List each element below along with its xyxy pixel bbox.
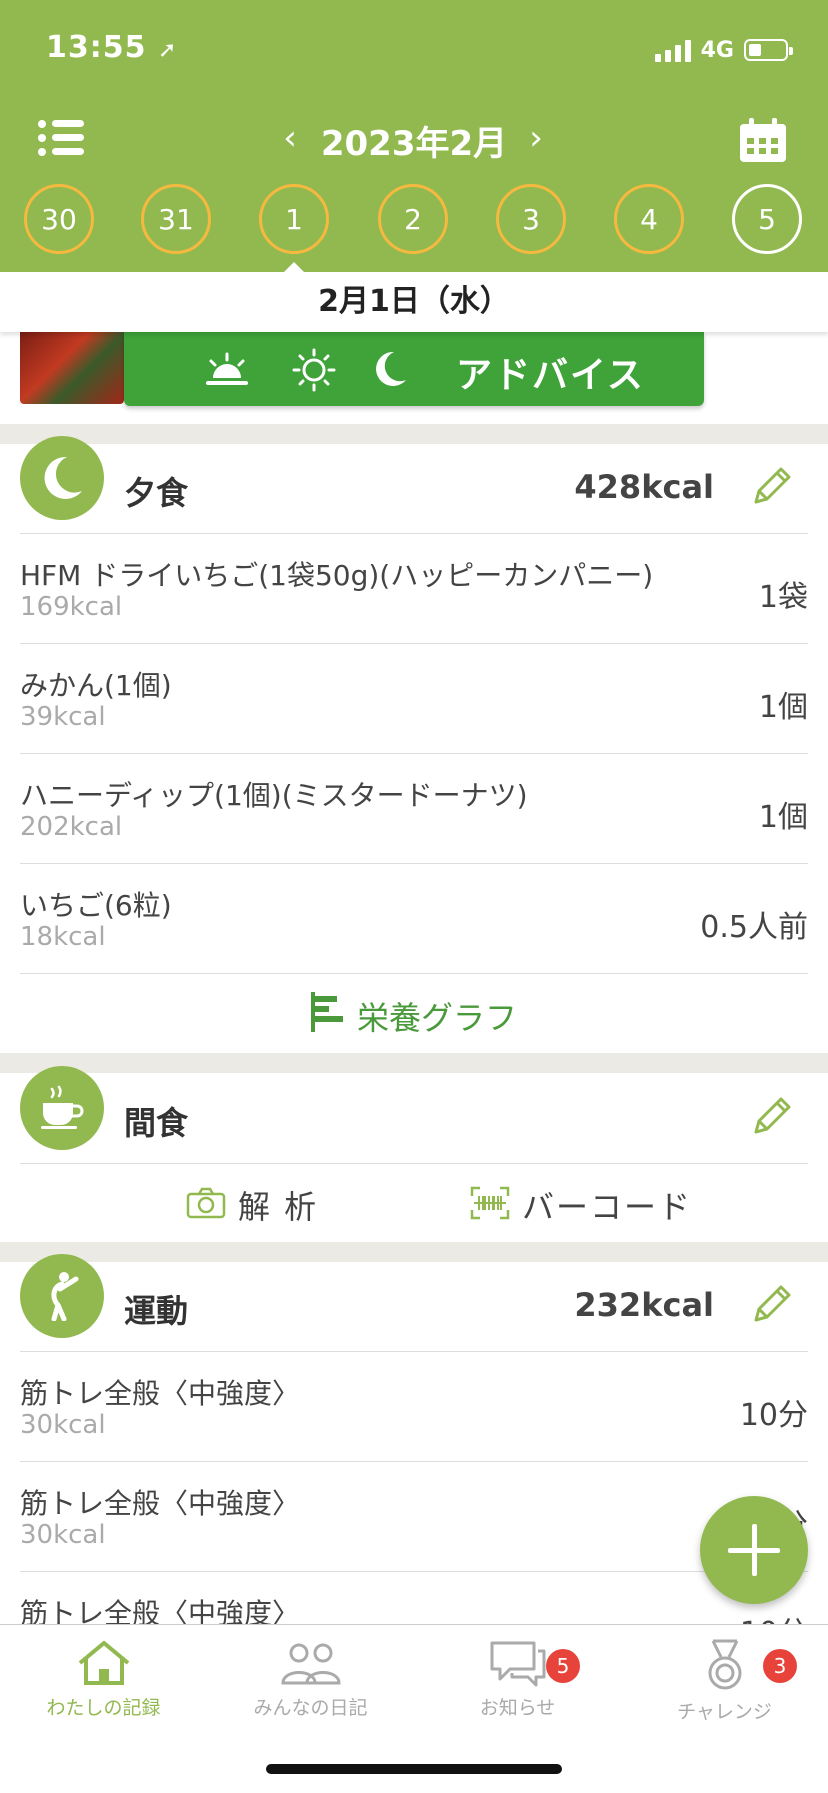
divider <box>20 753 808 754</box>
chevron-left-icon[interactable]: ‹ <box>270 118 310 158</box>
month-title: 2023年2月 <box>320 124 508 164</box>
exercise-person-icon <box>20 1254 104 1338</box>
edit-dinner-pencil-icon[interactable] <box>750 464 794 508</box>
food-item-name[interactable]: みかん(1個) <box>20 664 172 704</box>
food-item-name[interactable]: HFM ドライいちご(1袋50g)(ハッピーカンパニー) <box>20 554 653 594</box>
snack-cup-icon <box>20 1066 104 1150</box>
header: 13:55 ➚ 4G 2023年2月 ‹ › 30 31 1 2 3 4 5 <box>0 0 828 272</box>
barcode-scan-icon <box>470 1186 510 1224</box>
exercise-kcal: 232kcal <box>574 1286 714 1324</box>
medal-icon <box>708 1639 741 1690</box>
food-item-qty: 1袋 <box>758 580 808 615</box>
sun-icon <box>292 348 336 392</box>
add-record-fab-plus-icon[interactable] <box>700 1496 808 1604</box>
home-indicator <box>266 1764 562 1774</box>
tab-label: お知らせ <box>479 1697 556 1719</box>
barcode-label: バーコード <box>522 1188 693 1226</box>
home-icon <box>78 1641 129 1685</box>
location-arrow-icon: ➚ <box>157 38 178 63</box>
advice-label: アドバイス <box>456 355 645 396</box>
tab-label: チャレンジ <box>677 1701 772 1723</box>
divider <box>20 1461 808 1462</box>
food-item-kcal: 169kcal <box>20 592 123 622</box>
section-gap <box>0 1242 828 1262</box>
camera-icon <box>186 1187 226 1223</box>
divider <box>20 533 808 534</box>
chevron-right-icon[interactable]: › <box>516 118 556 158</box>
status-indicators: 4G <box>654 34 793 66</box>
exercise-item-name[interactable]: 筋トレ全般〈中強度〉 <box>20 1482 300 1522</box>
analyze-label: 解 析 <box>238 1188 319 1226</box>
food-item-kcal: 202kcal <box>20 812 123 842</box>
notifications-badge: 5 <box>546 1649 580 1683</box>
section-gap <box>0 424 828 444</box>
tab-my-records[interactable]: わたしの記録 <box>0 1639 207 1720</box>
exercise-item-name[interactable]: 筋トレ全般〈中強度〉 <box>20 1372 300 1412</box>
status-time: 13:55 ➚ <box>46 30 178 65</box>
advice-button[interactable]: アドバイス <box>124 332 704 406</box>
divider <box>20 643 808 644</box>
divider <box>20 1163 808 1164</box>
day-31[interactable]: 31 <box>141 184 211 254</box>
network-label: 4G <box>700 37 734 63</box>
moon-icon <box>376 351 406 386</box>
tab-notifications[interactable]: お知らせ 5 <box>414 1639 621 1720</box>
selected-day-pointer <box>284 262 304 272</box>
snack-title: 間食 <box>124 1104 189 1142</box>
divider <box>20 863 808 864</box>
nutrition-graph-link[interactable]: 栄養グラフ <box>0 992 828 1040</box>
tab-label: わたしの記録 <box>46 1697 161 1719</box>
bar-chart-icon <box>310 992 345 1040</box>
tab-challenge[interactable]: チャレンジ 3 <box>621 1639 828 1724</box>
food-item-qty: 1個 <box>758 690 808 725</box>
day-2[interactable]: 2 <box>378 184 448 254</box>
battery-icon <box>744 39 793 61</box>
day-4[interactable]: 4 <box>614 184 684 254</box>
day-5[interactable]: 5 <box>732 184 802 254</box>
barcode-button[interactable]: バーコード <box>470 1182 692 1228</box>
food-item-name[interactable]: いちご(6粒) <box>20 884 172 924</box>
selected-date-bar: 2月1日（水） <box>0 272 828 332</box>
tab-label: みんなの日記 <box>253 1697 368 1719</box>
people-icon <box>280 1643 341 1685</box>
divider <box>20 1571 808 1572</box>
challenge-badge: 3 <box>763 1649 797 1683</box>
section-gap <box>0 1053 828 1073</box>
dinner-moon-icon <box>20 436 104 520</box>
divider <box>20 973 808 974</box>
chat-bubbles-icon <box>490 1641 545 1687</box>
day-selector: 30 31 1 2 3 4 5 <box>0 184 828 258</box>
food-item-kcal: 39kcal <box>20 702 106 732</box>
sunrise-icon <box>206 352 248 385</box>
edit-exercise-pencil-icon[interactable] <box>750 1282 794 1326</box>
day-3[interactable]: 3 <box>496 184 566 254</box>
food-item-kcal: 18kcal <box>20 922 106 952</box>
day-30[interactable]: 30 <box>24 184 94 254</box>
exercise-item-kcal: 30kcal <box>20 1520 106 1550</box>
divider <box>20 1351 808 1352</box>
exercise-title: 運動 <box>124 1292 189 1330</box>
exercise-item-duration: 10分 <box>739 1398 808 1433</box>
tab-everyones-diary[interactable]: みんなの日記 <box>207 1639 414 1720</box>
dinner-kcal: 428kcal <box>574 468 714 506</box>
calendar-icon[interactable] <box>738 116 788 164</box>
meal-photo-thumbnail[interactable] <box>20 332 124 404</box>
food-item-qty: 1個 <box>758 800 808 835</box>
food-item-name[interactable]: ハニーディップ(1個)(ミスタードーナツ) <box>20 774 528 814</box>
signal-icon <box>654 38 691 62</box>
nutrition-graph-label: 栄養グラフ <box>356 999 517 1037</box>
food-item-qty: 0.5人前 <box>700 910 808 945</box>
photo-analyze-button[interactable]: 解 析 <box>186 1182 318 1228</box>
exercise-item-kcal: 30kcal <box>20 1410 106 1440</box>
edit-snack-pencil-icon[interactable] <box>750 1094 794 1138</box>
dinner-title: 夕食 <box>124 474 189 512</box>
day-1-selected[interactable]: 1 <box>259 184 329 254</box>
